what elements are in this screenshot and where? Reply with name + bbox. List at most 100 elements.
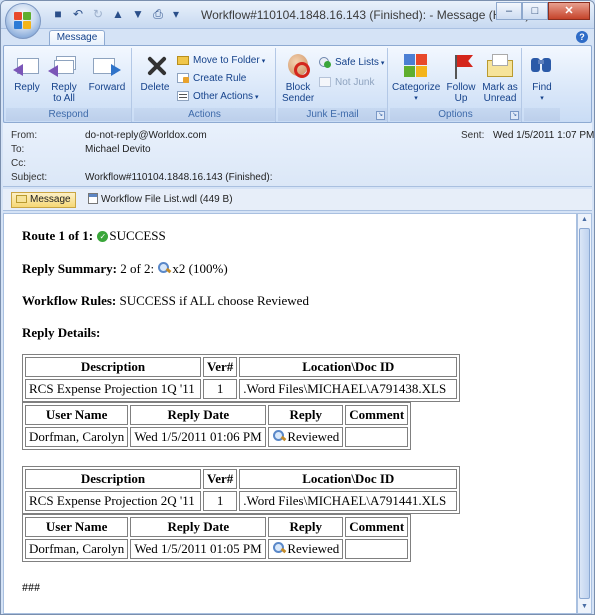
save-icon[interactable]: ■: [51, 7, 65, 21]
mark-as-unread-button[interactable]: Mark as Unread: [480, 52, 520, 104]
message-window: ■ ↶ ↻ ▲ ▼ ⎙ ▾ Workflow#110104.1848.16.14…: [0, 0, 595, 615]
undo-icon[interactable]: ↶: [71, 7, 85, 21]
to-label: To:: [11, 144, 25, 155]
group-label-options: Options: [390, 108, 521, 121]
move-to-folder-button[interactable]: Move to Folder ▾: [176, 53, 265, 69]
doc-version: 1: [203, 379, 238, 399]
table-row: RCS Expense Projection 1Q '11 1 .Word Fi…: [25, 379, 458, 399]
not-junk-icon: [318, 75, 332, 89]
window-title: Workflow#110104.1848.16.143 (Finished): …: [201, 8, 530, 22]
follow-up-button[interactable]: Follow Up: [442, 52, 480, 104]
attachment-message[interactable]: Message: [11, 192, 76, 208]
ribbon-tab-row: Message ?: [1, 29, 594, 46]
previous-item-icon[interactable]: ▲: [111, 7, 125, 21]
title-bar: ■ ↶ ↻ ▲ ▼ ⎙ ▾ Workflow#110104.1848.16.14…: [1, 1, 594, 29]
table-header-row: User Name Reply Date Reply Comment: [25, 517, 409, 537]
doc-version: 1: [203, 491, 238, 511]
categorize-button[interactable]: Categorize ▾: [392, 52, 440, 104]
col-user-name: User Name: [25, 517, 129, 537]
delete-icon: [139, 52, 171, 80]
help-icon[interactable]: ?: [576, 31, 588, 43]
junk-email-dialog-launcher[interactable]: ↘: [376, 111, 385, 120]
reply-all-button[interactable]: Reply to All: [46, 52, 82, 104]
reviewed-icon: [273, 430, 286, 442]
scroll-up-icon[interactable]: ▲: [579, 214, 590, 226]
office-button[interactable]: [5, 3, 41, 39]
group-find: Find ▾: [524, 48, 560, 122]
reply-table: User Name Reply Date Reply Comment Dorfm…: [22, 514, 412, 562]
from-value[interactable]: do-not-reply@Worldox.com: [85, 130, 207, 142]
rules-icon: [176, 71, 190, 85]
window-controls: – □ ✕: [496, 2, 590, 20]
group-label-respond: Respond: [6, 108, 131, 121]
group-label-find: [524, 108, 560, 121]
close-button[interactable]: ✕: [548, 2, 590, 20]
reply-user: Dorfman, Carolyn: [25, 539, 129, 559]
print-icon[interactable]: ⎙: [151, 7, 165, 21]
next-item-icon[interactable]: ▼: [131, 7, 145, 21]
redo-icon[interactable]: ↻: [91, 7, 105, 21]
reply-status: Reviewed: [268, 427, 344, 447]
attachment-workflow-file[interactable]: Workflow File List.wdl (449 B): [83, 192, 238, 208]
other-actions-button[interactable]: Other Actions ▾: [176, 89, 259, 105]
footer-marker: ###: [22, 580, 40, 594]
document-table: Description Ver# Location\Doc ID RCS Exp…: [22, 354, 461, 402]
tab-message[interactable]: Message: [49, 30, 105, 46]
forward-icon: [91, 52, 123, 80]
col-reply: Reply: [268, 405, 344, 425]
col-reply-date: Reply Date: [130, 405, 267, 425]
reply-table: User Name Reply Date Reply Comment Dorfm…: [22, 402, 412, 450]
group-respond: Reply Reply to All Forward Respond: [6, 48, 132, 122]
from-label: From:: [11, 130, 38, 141]
block-sender-icon: [282, 52, 314, 80]
doc-location: .Word Files\MICHAEL\A791441.XLS: [239, 491, 458, 511]
file-icon: [88, 193, 98, 204]
col-reply-date: Reply Date: [130, 517, 267, 537]
maximize-button[interactable]: □: [522, 2, 548, 20]
table-header-row: User Name Reply Date Reply Comment: [25, 405, 409, 425]
not-junk-button[interactable]: Not Junk: [318, 75, 374, 91]
reply-button[interactable]: Reply: [10, 52, 44, 93]
scroll-down-icon[interactable]: ▼: [579, 601, 590, 613]
route-line: Route 1 of 1: ✓ SUCCESS: [22, 228, 166, 243]
table-header-row: Description Ver# Location\Doc ID: [25, 469, 458, 489]
safe-lists-button[interactable]: Safe Lists ▾: [318, 55, 384, 71]
quick-access-toolbar: ■ ↶ ↻ ▲ ▼ ⎙ ▾: [49, 7, 181, 23]
table-header-row: Description Ver# Location\Doc ID: [25, 357, 458, 377]
to-value[interactable]: Michael Devito: [85, 144, 151, 156]
col-user-name: User Name: [25, 405, 129, 425]
table-row: RCS Expense Projection 2Q '11 1 .Word Fi…: [25, 491, 458, 511]
sent-label: Sent:: [461, 130, 485, 141]
customize-qat-icon[interactable]: ▾: [171, 7, 181, 21]
categorize-icon: [400, 52, 432, 80]
vertical-scrollbar[interactable]: ▲ ▼: [577, 213, 592, 614]
doc-description: RCS Expense Projection 2Q '11: [25, 491, 201, 511]
table-row: Dorfman, Carolyn Wed 1/5/2011 01:06 PM R…: [25, 427, 409, 447]
delete-button[interactable]: Delete: [138, 52, 172, 93]
safe-lists-icon: [318, 55, 332, 69]
col-location: Location\Doc ID: [239, 357, 458, 377]
col-reply: Reply: [268, 517, 344, 537]
reply-status: Reviewed: [268, 539, 344, 559]
workflow-rules-line: Workflow Rules: SUCCESS if ALL choose Re…: [22, 293, 309, 308]
flag-icon: [445, 52, 477, 80]
subject-value: Workflow#110104.1848.16.143 (Finished):: [85, 172, 273, 183]
minimize-button[interactable]: –: [496, 2, 522, 20]
envelope-icon: [484, 52, 516, 80]
group-label-actions: Actions: [134, 108, 275, 121]
forward-button[interactable]: Forward: [86, 52, 128, 93]
scrollbar-thumb[interactable]: [579, 228, 590, 599]
group-options: Categorize ▾ Follow Up Mark as Unread Op…: [390, 48, 522, 122]
cc-label: Cc:: [11, 158, 26, 169]
block-sender-button[interactable]: Block Sender: [280, 52, 316, 104]
reply-user: Dorfman, Carolyn: [25, 427, 129, 447]
reply-details-heading: Reply Details:: [22, 325, 101, 340]
create-rule-button[interactable]: Create Rule: [176, 71, 246, 87]
envelope-icon: [16, 195, 27, 203]
find-button[interactable]: Find ▾: [526, 52, 558, 104]
col-comment: Comment: [345, 405, 409, 425]
reviewed-icon: [273, 542, 286, 554]
col-description: Description: [25, 469, 201, 489]
options-dialog-launcher[interactable]: ↘: [510, 111, 519, 120]
reply-comment: [345, 539, 409, 559]
